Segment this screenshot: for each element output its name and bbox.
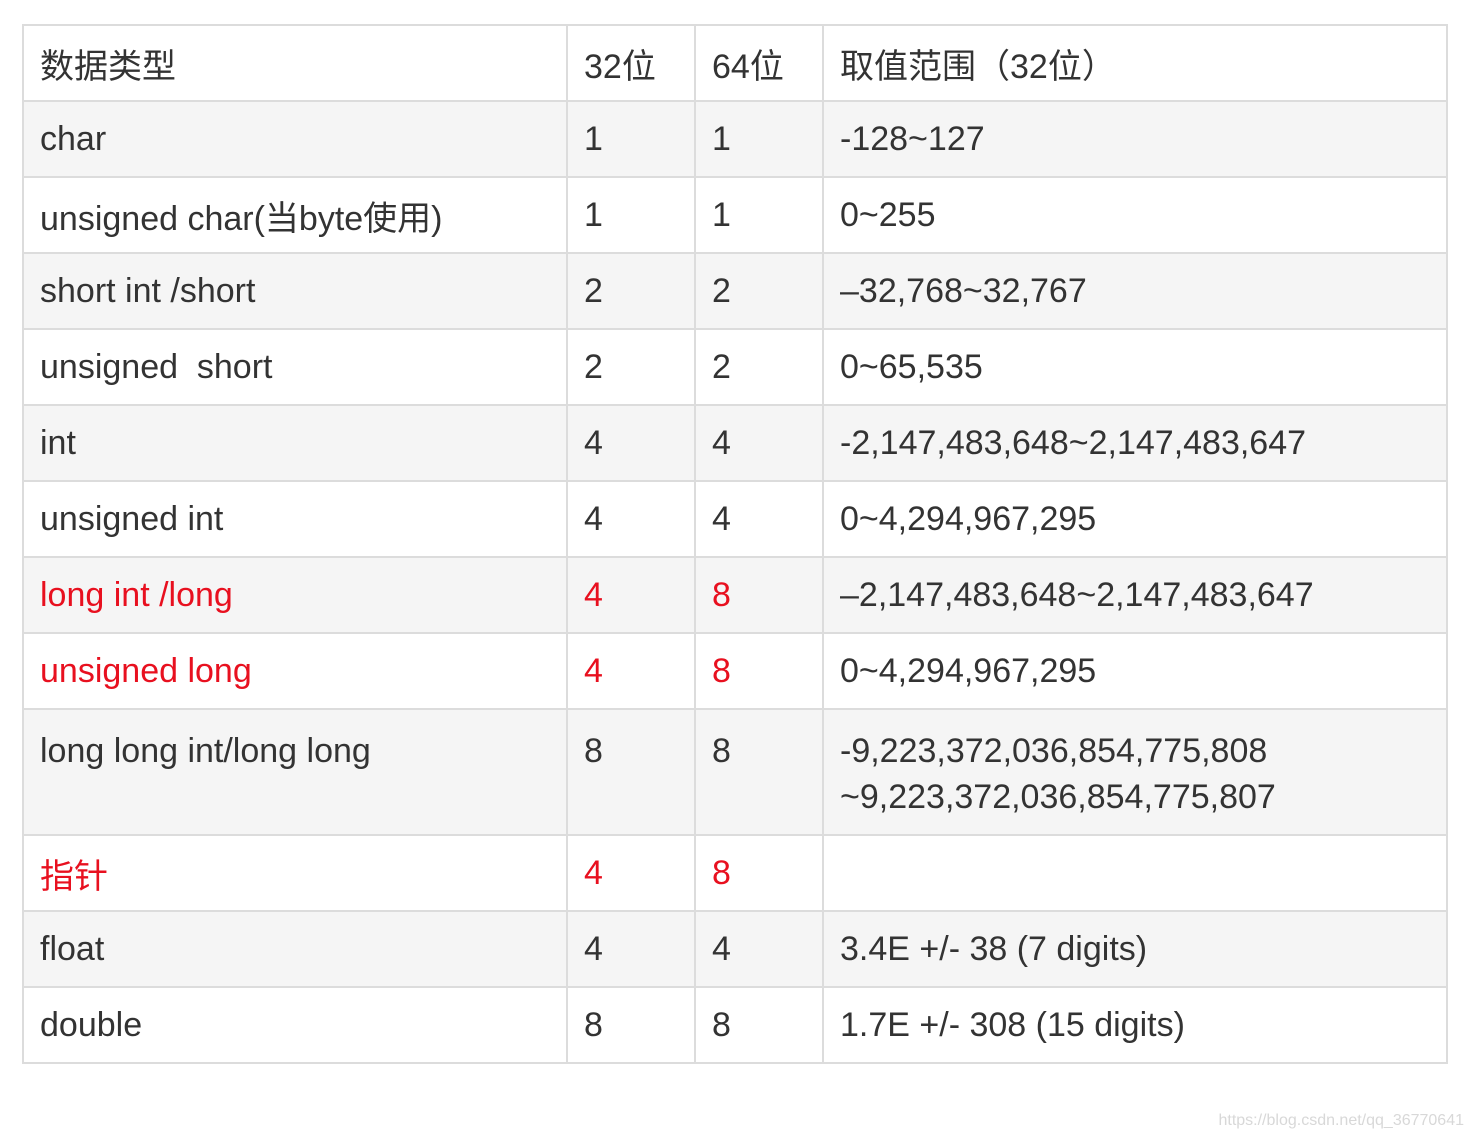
cell-range: –2,147,483,648~2,147,483,647 xyxy=(822,556,1448,634)
header-64bit: 64位 xyxy=(694,24,824,102)
table-header-row: 数据类型 32位 64位 取值范围（32位） xyxy=(22,24,1448,102)
cell-32bit: 4 xyxy=(566,910,696,988)
table-row: char 1 1 -128~127 xyxy=(22,100,1448,178)
range-line-2: ~9,223,372,036,854,775,807 xyxy=(840,778,1276,816)
cell-range: 0~4,294,967,295 xyxy=(822,480,1448,558)
cell-type: float xyxy=(22,910,568,988)
table-row: double 8 8 1.7E +/- 308 (15 digits) xyxy=(22,986,1448,1064)
cell-range: -9,223,372,036,854,775,808 ~9,223,372,03… xyxy=(822,708,1448,836)
cell-range: 3.4E +/- 38 (7 digits) xyxy=(822,910,1448,988)
cell-type: 指针 xyxy=(22,834,568,912)
cell-type: unsigned int xyxy=(22,480,568,558)
cell-64bit: 8 xyxy=(694,632,824,710)
cell-type: unsigned long xyxy=(22,632,568,710)
table-row-highlighted: long int /long 4 8 –2,147,483,648~2,147,… xyxy=(22,556,1448,634)
cell-32bit: 1 xyxy=(566,176,696,254)
cell-32bit: 4 xyxy=(566,556,696,634)
table-row: int 4 4 -2,147,483,648~2,147,483,647 xyxy=(22,404,1448,482)
cell-32bit: 4 xyxy=(566,632,696,710)
cell-type: unsigned short xyxy=(22,328,568,406)
cell-range: –32,768~32,767 xyxy=(822,252,1448,330)
data-type-table-container: 数据类型 32位 64位 取值范围（32位） char 1 1 -128~127… xyxy=(22,24,1448,1064)
cell-64bit: 8 xyxy=(694,556,824,634)
cell-64bit: 4 xyxy=(694,404,824,482)
data-type-table: 数据类型 32位 64位 取值范围（32位） char 1 1 -128~127… xyxy=(22,24,1448,1064)
cell-64bit: 4 xyxy=(694,480,824,558)
cell-64bit: 1 xyxy=(694,100,824,178)
table-row: short int /short 2 2 –32,768~32,767 xyxy=(22,252,1448,330)
cell-32bit: 1 xyxy=(566,100,696,178)
cell-64bit: 8 xyxy=(694,708,824,836)
cell-type: long int /long xyxy=(22,556,568,634)
range-line-1: -9,223,372,036,854,775,808 xyxy=(840,732,1268,770)
watermark-text: https://blog.csdn.net/qq_36770641 xyxy=(1218,1112,1464,1129)
cell-range: 1.7E +/- 308 (15 digits) xyxy=(822,986,1448,1064)
cell-32bit: 8 xyxy=(566,986,696,1064)
cell-type: unsigned char(当byte使用) xyxy=(22,176,568,254)
cell-32bit: 2 xyxy=(566,252,696,330)
table-row: unsigned short 2 2 0~65,535 xyxy=(22,328,1448,406)
cell-64bit: 8 xyxy=(694,986,824,1064)
cell-type: double xyxy=(22,986,568,1064)
cell-range: -2,147,483,648~2,147,483,647 xyxy=(822,404,1448,482)
table-row: unsigned int 4 4 0~4,294,967,295 xyxy=(22,480,1448,558)
cell-range: 0~255 xyxy=(822,176,1448,254)
cell-32bit: 4 xyxy=(566,404,696,482)
cell-32bit: 4 xyxy=(566,834,696,912)
cell-32bit: 8 xyxy=(566,708,696,836)
table-row: long long int/long long 8 8 -9,223,372,0… xyxy=(22,708,1448,836)
cell-64bit: 1 xyxy=(694,176,824,254)
cell-range: 0~65,535 xyxy=(822,328,1448,406)
header-type: 数据类型 xyxy=(22,24,568,102)
cell-64bit: 8 xyxy=(694,834,824,912)
cell-range: -128~127 xyxy=(822,100,1448,178)
table-row: float 4 4 3.4E +/- 38 (7 digits) xyxy=(22,910,1448,988)
cell-range: 0~4,294,967,295 xyxy=(822,632,1448,710)
cell-type: short int /short xyxy=(22,252,568,330)
cell-type: long long int/long long xyxy=(22,708,568,836)
header-range: 取值范围（32位） xyxy=(822,24,1448,102)
cell-type: char xyxy=(22,100,568,178)
cell-64bit: 2 xyxy=(694,328,824,406)
table-row: unsigned char(当byte使用) 1 1 0~255 xyxy=(22,176,1448,254)
table-row-highlighted: unsigned long 4 8 0~4,294,967,295 xyxy=(22,632,1448,710)
cell-64bit: 2 xyxy=(694,252,824,330)
cell-64bit: 4 xyxy=(694,910,824,988)
cell-range xyxy=(822,834,1448,912)
cell-type: int xyxy=(22,404,568,482)
cell-32bit: 2 xyxy=(566,328,696,406)
cell-32bit: 4 xyxy=(566,480,696,558)
table-row-highlighted: 指针 4 8 xyxy=(22,834,1448,912)
header-32bit: 32位 xyxy=(566,24,696,102)
